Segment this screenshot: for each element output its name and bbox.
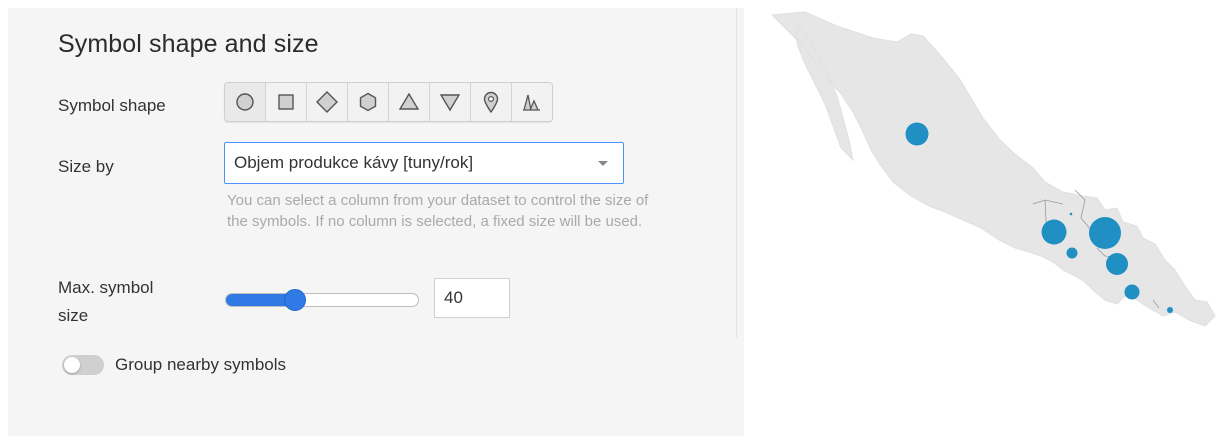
- shape-option-diamond[interactable]: [307, 83, 348, 121]
- panel-divider: [736, 8, 737, 338]
- land-mexico-central-america: [770, 11, 1216, 327]
- shape-option-square[interactable]: [266, 83, 307, 121]
- max-symbol-size-input[interactable]: 40: [434, 278, 510, 318]
- symbol-mexico: [905, 122, 929, 146]
- map-preview: [770, 11, 1216, 327]
- toggle-knob: [64, 357, 80, 373]
- symbol-shape-selector: [224, 82, 553, 122]
- symbol-nicaragua: [1106, 253, 1128, 275]
- shape-option-hexagon[interactable]: [348, 83, 389, 121]
- spike-icon: [523, 94, 540, 111]
- symbol-el-salvador: [1066, 247, 1078, 259]
- max-symbol-size-slider[interactable]: [225, 293, 419, 307]
- section-title: Symbol shape and size: [58, 30, 319, 58]
- size-by-value: Objem produkce kávy [tuny/rok]: [234, 153, 474, 172]
- size-by-select[interactable]: Objem produkce kávy [tuny/rok]: [224, 142, 624, 184]
- max-symbol-size-label: Max. symbol size: [58, 274, 153, 330]
- symbol-panama: [1167, 307, 1173, 313]
- group-nearby-toggle[interactable]: [62, 355, 104, 375]
- shape-option-spike[interactable]: [512, 83, 552, 121]
- max-symbol-size-label-line1: Max. symbol: [58, 278, 154, 297]
- symbol-shape-label: Symbol shape: [58, 96, 166, 115]
- slider-thumb[interactable]: [283, 289, 306, 311]
- circle-icon: [236, 93, 254, 111]
- triangle-down-icon: [439, 94, 461, 112]
- symbol-belize: [1069, 212, 1073, 216]
- diamond-icon: [316, 91, 338, 113]
- symbol-honduras: [1089, 217, 1121, 249]
- size-by-label: Size by: [58, 157, 114, 176]
- hexagon-icon: [359, 92, 377, 112]
- shape-option-triangle-down[interactable]: [430, 83, 471, 121]
- shape-option-circle[interactable]: [225, 83, 266, 121]
- shape-option-triangle-up[interactable]: [389, 83, 430, 121]
- max-symbol-size-label-line2: size: [58, 306, 89, 325]
- square-icon: [278, 94, 294, 110]
- map-pin-icon: [483, 91, 499, 113]
- group-nearby-label: Group nearby symbols: [115, 355, 287, 374]
- size-by-help-text: You can select a column from your datase…: [227, 192, 649, 230]
- max-symbol-size-value: 40: [444, 288, 463, 307]
- chevron-down-icon: [598, 161, 608, 166]
- shape-option-map-pin[interactable]: [471, 83, 512, 121]
- symbol-costa-rica: [1124, 284, 1140, 300]
- symbol-chiapas: [1041, 219, 1067, 245]
- triangle-up-icon: [398, 92, 420, 110]
